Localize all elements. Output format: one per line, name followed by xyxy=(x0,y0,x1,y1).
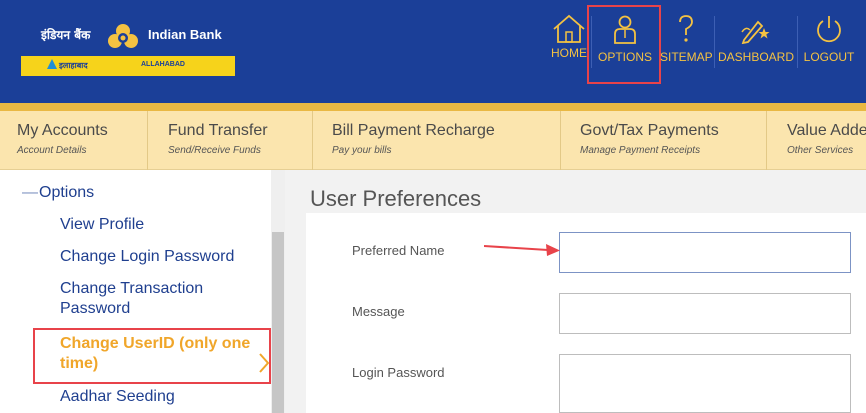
nav-divider xyxy=(797,16,798,68)
menu-subtitle: Other Services xyxy=(787,145,854,156)
message-input[interactable] xyxy=(559,293,851,334)
menu-fund-transfer[interactable]: Fund Transfer Send/Receive Funds xyxy=(148,111,313,170)
login-password-label: Login Password xyxy=(352,365,445,380)
message-label: Message xyxy=(352,304,405,319)
menu-title: My Accounts xyxy=(17,122,108,139)
menu-govt-tax-payments[interactable]: Govt/Tax Payments Manage Payment Receipt… xyxy=(561,111,767,170)
preferred-name-input[interactable] xyxy=(559,232,851,273)
sidebar-item-aadhar-seeding[interactable]: Aadhar Seeding xyxy=(60,388,175,406)
sidebar-item-label: Password xyxy=(60,300,131,317)
nav-dashboard[interactable]: DASHBOARD xyxy=(718,14,795,74)
chevron-right-icon xyxy=(259,353,269,373)
menu-subtitle: Manage Payment Receipts xyxy=(580,145,701,156)
nav-divider xyxy=(714,16,715,68)
login-password-input[interactable] xyxy=(559,354,851,413)
question-icon xyxy=(679,15,693,42)
page-title: User Preferences xyxy=(310,186,482,211)
menu-my-accounts[interactable]: My Accounts Account Details xyxy=(0,111,148,170)
menu-subtitle: Pay your bills xyxy=(332,145,392,156)
allahabad-band: इलाहाबाद ALLAHABAD xyxy=(21,56,235,76)
menu-title: Bill Payment Recharge xyxy=(332,122,495,139)
nav-dashboard-label: DASHBOARD xyxy=(718,50,795,64)
menu-title: Govt/Tax Payments xyxy=(580,122,719,139)
menu-title: Fund Transfer xyxy=(168,122,268,139)
menu-value-added[interactable]: Value Adde Other Services xyxy=(767,111,866,170)
sidebar-item-label: Change Transaction xyxy=(60,280,204,297)
brand-sub-hindi: इलाहाबाद xyxy=(59,61,88,70)
menu-subtitle: Account Details xyxy=(17,145,87,156)
preferred-name-label: Preferred Name xyxy=(352,243,445,258)
main-menu-bar: My Accounts Account Details Fund Transfe… xyxy=(0,111,866,170)
sidebar-section-options[interactable]: Options xyxy=(39,184,94,202)
change-userid-highlight-box xyxy=(33,328,271,384)
sidebar-item-change-transaction-password[interactable]: Change Transaction Password xyxy=(60,280,203,318)
power-icon xyxy=(817,16,841,43)
options-highlight-box xyxy=(587,5,661,84)
nav-logout[interactable]: LOGOUT xyxy=(803,14,855,74)
home-icon xyxy=(553,14,585,43)
brand-sub-english: ALLAHABAD xyxy=(141,61,185,68)
allahabad-logo-icon xyxy=(47,59,57,69)
nav-logout-label: LOGOUT xyxy=(803,50,855,64)
nav-home[interactable]: HOME xyxy=(549,14,589,74)
collapse-toggle-icon[interactable]: — xyxy=(22,184,38,202)
brand-english-name: Indian Bank xyxy=(148,27,222,42)
sidebar-item-view-profile[interactable]: View Profile xyxy=(60,216,144,234)
nav-sitemap[interactable]: SITEMAP xyxy=(660,14,713,74)
header-stripe xyxy=(0,103,866,111)
menu-title: Value Adde xyxy=(787,122,866,139)
sidebar-scrollbar-thumb[interactable] xyxy=(272,232,284,413)
indian-bank-logo-icon xyxy=(108,24,138,48)
pen-star-icon xyxy=(741,20,770,44)
menu-bill-payment[interactable]: Bill Payment Recharge Pay your bills xyxy=(313,111,561,170)
brand-hindi-name: इंडियन बैंक xyxy=(41,28,91,42)
sidebar-item-change-login-password[interactable]: Change Login Password xyxy=(60,248,234,266)
nav-home-label: HOME xyxy=(551,46,587,60)
nav-sitemap-label: SITEMAP xyxy=(660,50,713,64)
annotation-arrow-icon xyxy=(484,244,560,256)
menu-subtitle: Send/Receive Funds xyxy=(168,145,261,156)
